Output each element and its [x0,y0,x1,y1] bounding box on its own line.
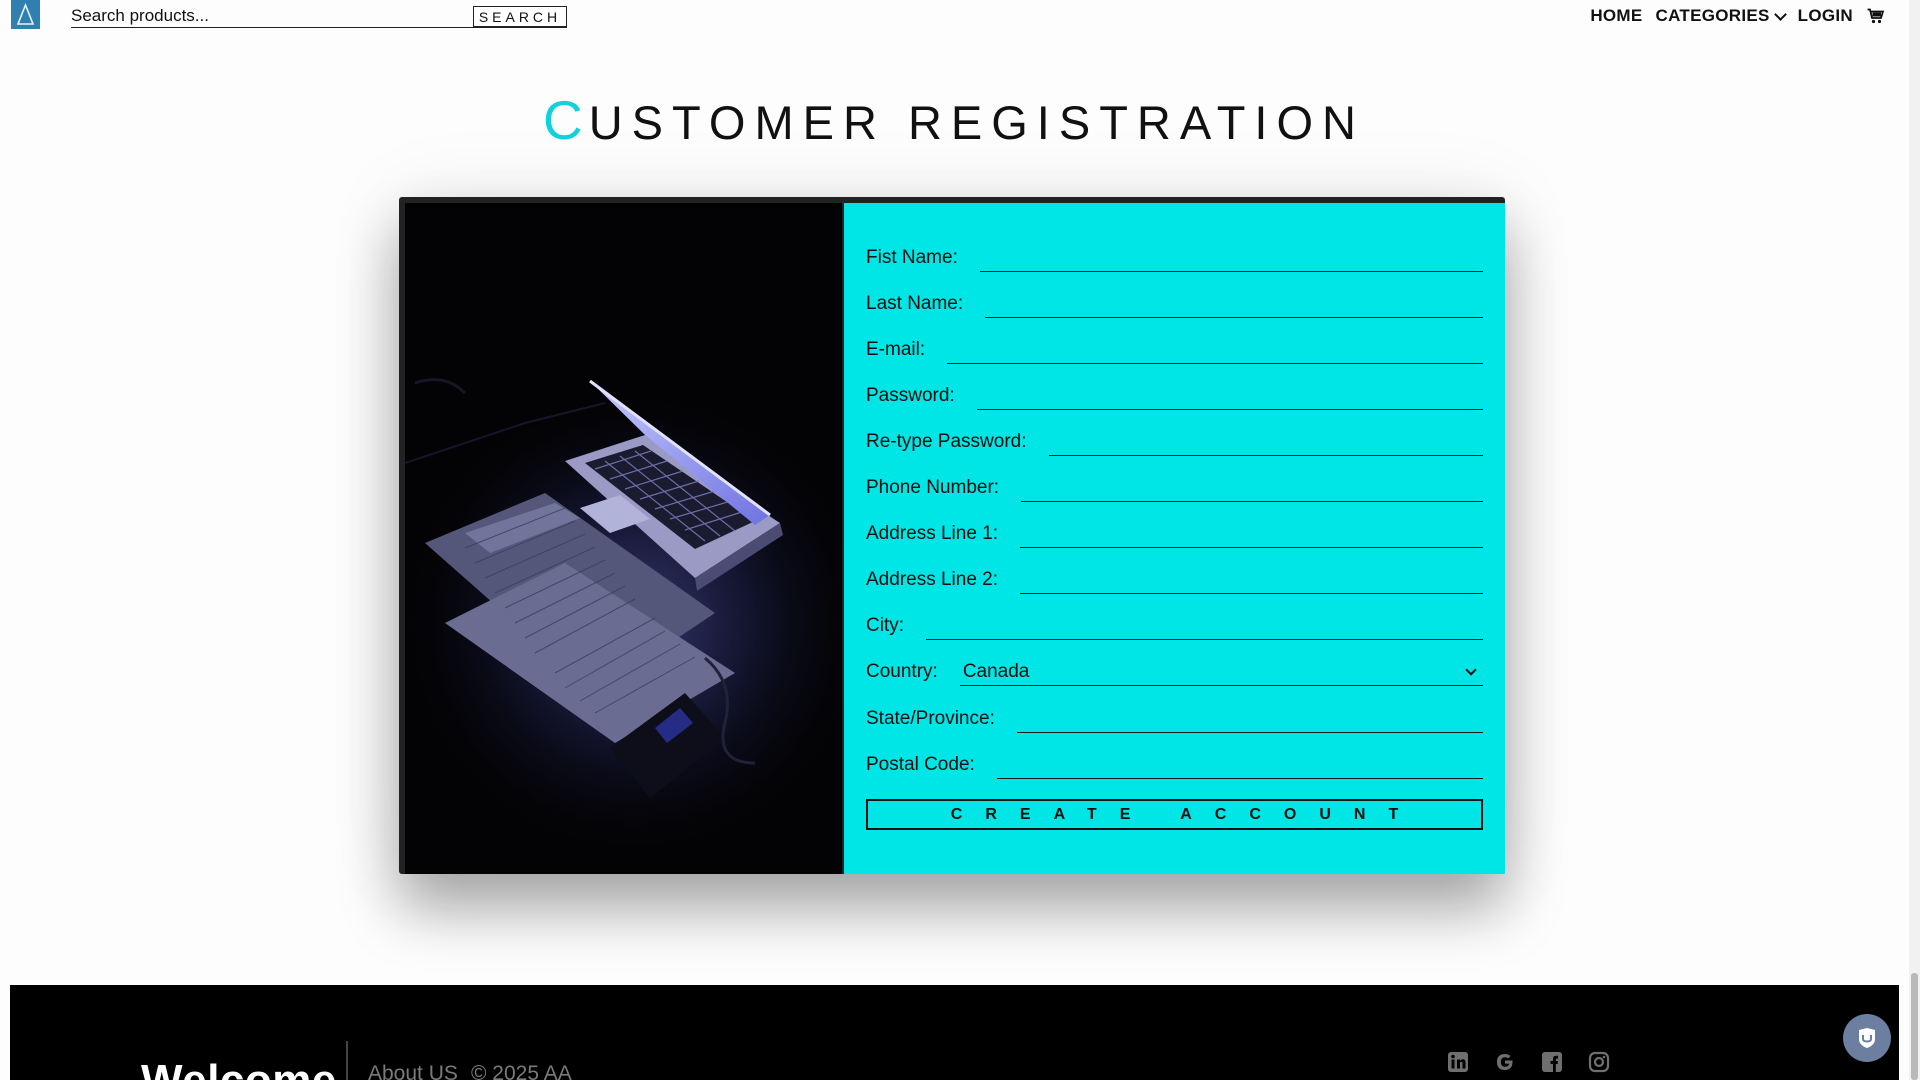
nav-home[interactable]: HOME [1590,6,1642,26]
search-input[interactable] [71,5,461,27]
main-nav: HOME CATEGORIES LOGIN [1577,6,1884,26]
nav-login[interactable]: LOGIN [1798,6,1853,26]
password-label: Password: [866,385,955,406]
laptop-photo [405,203,842,874]
search-button[interactable]: SEARCH [473,6,567,27]
site-footer: Welcome About US © 2025 AA [10,985,1899,1080]
registration-form: Fist Name: Last Name: E-mail: Password: … [844,203,1505,874]
phone-number-field: Phone Number: [866,472,1483,502]
create-account-button[interactable]: CREATE ACCOUNT [866,799,1483,830]
city-field: City: [866,610,1483,640]
copyright-text: © 2025 AA [471,1062,572,1080]
first-name-field: Fist Name: [866,242,1483,272]
state-province-label: State/Province: [866,708,995,729]
address-line-1-field: Address Line 1: [866,518,1483,548]
retype-password-field: Re-type Password: [866,426,1483,456]
email-label: E-mail: [866,339,926,360]
country-select[interactable]: Canada [959,659,1483,686]
page-scrollbar[interactable] [1909,0,1920,1080]
page-title: CUSTOMER REGISTRATION [0,88,1908,152]
first-name-input[interactable] [979,245,1483,272]
last-name-field: Last Name: [866,288,1483,318]
retype-password-input[interactable] [1048,429,1483,456]
postal-code-label: Postal Code: [866,754,975,775]
country-select-value: Canada [962,661,1030,682]
nav-categories[interactable]: CATEGORIES [1655,6,1787,26]
country-label: Country: [866,661,938,682]
chevron-down-icon [1465,664,1477,676]
city-input[interactable] [926,613,1483,640]
page-title-rest: USTOMER REGISTRATION [588,96,1365,149]
state-province-input[interactable] [1016,706,1483,733]
footer-welcome: Welcome [141,1056,337,1080]
email-input[interactable] [947,337,1483,364]
help-chat-button[interactable] [1843,1014,1891,1062]
password-input[interactable] [976,383,1483,410]
postal-code-field: Postal Code: [866,749,1483,779]
address-line-1-input[interactable] [1020,521,1483,548]
phone-number-input[interactable] [1021,475,1483,502]
nav-categories-label: CATEGORIES [1655,6,1770,25]
logo-triangle-icon [16,2,35,25]
state-province-field: State/Province: [866,703,1483,733]
first-name-label: Fist Name: [866,247,958,268]
password-field: Password: [866,380,1483,410]
linkedin-icon[interactable] [1447,1051,1469,1073]
address-line-1-label: Address Line 1: [866,523,999,544]
facebook-icon[interactable] [1541,1051,1563,1073]
laptop-illustration [405,203,842,874]
footer-divider [346,1041,348,1080]
last-name-label: Last Name: [866,293,964,314]
phone-number-label: Phone Number: [866,477,1000,498]
address-line-2-label: Address Line 2: [866,569,999,590]
cart-icon[interactable] [1867,8,1884,24]
about-us-link[interactable]: About US [368,1062,458,1080]
address-line-2-input[interactable] [1020,567,1483,594]
scrollbar-thumb[interactable] [1911,973,1918,1080]
postal-code-input[interactable] [996,752,1483,779]
last-name-input[interactable] [985,291,1483,318]
search-bar: SEARCH [71,5,567,28]
site-logo[interactable] [11,0,40,29]
instagram-icon[interactable] [1588,1051,1610,1073]
city-label: City: [866,615,904,636]
address-line-2-field: Address Line 2: [866,564,1483,594]
chevron-down-icon [1773,7,1787,21]
registration-card: Fist Name: Last Name: E-mail: Password: … [399,197,1505,874]
google-icon[interactable] [1494,1051,1516,1073]
shield-chat-icon [1859,1028,1875,1048]
country-field: Country: Canada [866,656,1483,686]
page-title-accent-letter: C [543,89,589,151]
email-field: E-mail: [866,334,1483,364]
retype-password-label: Re-type Password: [866,431,1027,452]
